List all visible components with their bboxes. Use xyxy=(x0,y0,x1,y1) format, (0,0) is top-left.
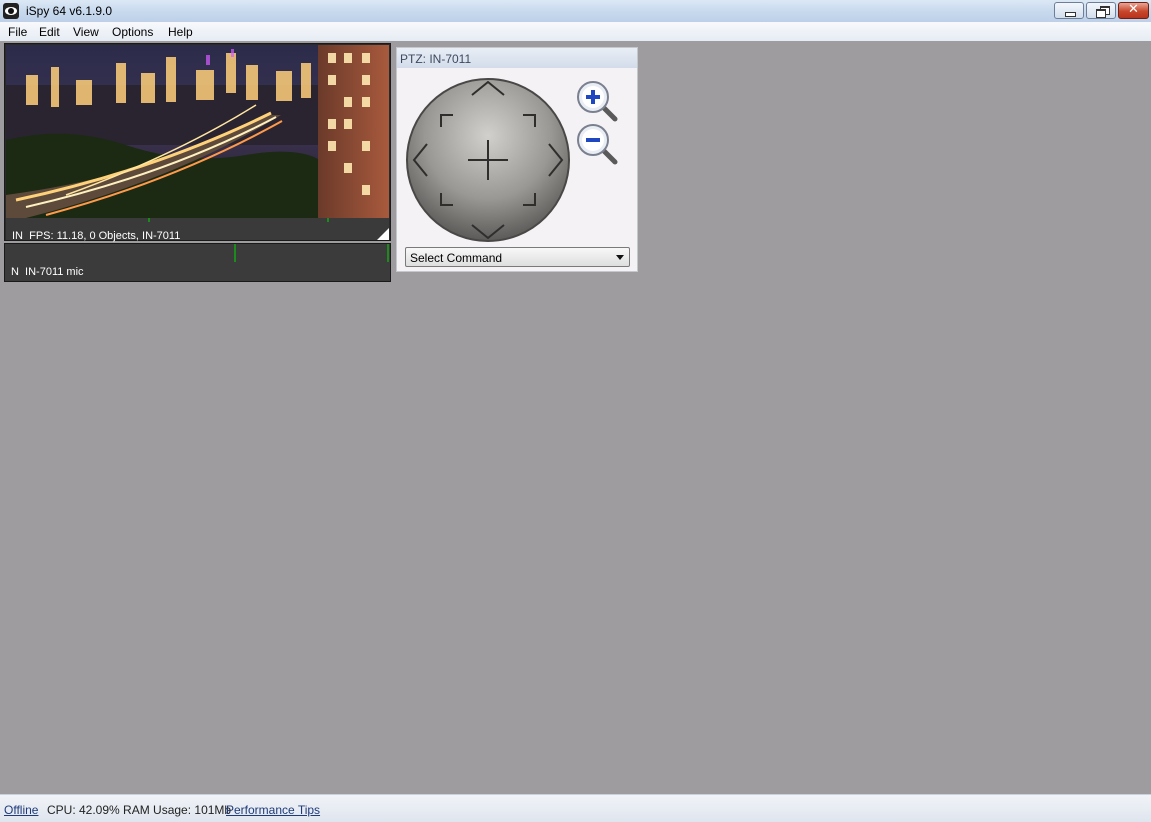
minimize-button[interactable] xyxy=(1054,2,1084,19)
menu-view[interactable]: View xyxy=(73,25,99,39)
chevron-down-icon xyxy=(616,255,624,260)
ptz-command-select[interactable]: Select Command xyxy=(405,247,630,267)
zoom-in-button[interactable] xyxy=(575,79,619,123)
camera-tile[interactable]: IN FPS: 11.18, 0 Objects, IN-7011 xyxy=(4,43,391,242)
camera-feed-image[interactable] xyxy=(6,45,389,218)
zoom-out-icon xyxy=(577,124,618,165)
microphone-status-text: N IN-7011 mic xyxy=(11,266,84,278)
status-bar: Offline CPU: 42.09% RAM Usage: 101Mb Per… xyxy=(0,794,1151,822)
menu-file[interactable]: File xyxy=(8,25,27,39)
close-button[interactable]: ✕ xyxy=(1118,2,1149,19)
app-eye-icon[interactable] xyxy=(3,3,19,19)
audio-level-tick xyxy=(387,244,389,262)
offline-link[interactable]: Offline xyxy=(4,803,38,817)
ptz-panel: PTZ: IN-7011 Select Command xyxy=(396,47,638,272)
night-city-scene-icon xyxy=(6,45,389,218)
ptz-title: PTZ: IN-7011 xyxy=(400,52,472,66)
resize-handle[interactable] xyxy=(377,228,389,240)
ptz-joystick[interactable] xyxy=(405,77,571,243)
level-tick xyxy=(327,218,329,222)
camera-status-text: IN FPS: 11.18, 0 Objects, IN-7011 xyxy=(12,230,181,242)
menu-options[interactable]: Options xyxy=(112,25,153,39)
workspace: IN FPS: 11.18, 0 Objects, IN-7011 N IN-7… xyxy=(0,41,1151,794)
restore-button[interactable] xyxy=(1086,2,1116,19)
menu-help[interactable]: Help xyxy=(168,25,193,39)
ptz-header: PTZ: IN-7011 xyxy=(397,48,637,68)
audio-level-tick xyxy=(234,244,236,262)
zoom-in-icon xyxy=(577,81,618,122)
title-bar[interactable]: iSpy 64 v6.1.9.0 ✕ xyxy=(0,0,1151,23)
performance-tips-link[interactable]: Performance Tips xyxy=(226,803,320,817)
menu-bar: File Edit View Options Help xyxy=(0,22,1151,42)
camera-info-bar: IN FPS: 11.18, 0 Objects, IN-7011 xyxy=(6,218,389,242)
close-icon: ✕ xyxy=(1128,2,1139,17)
resource-usage: CPU: 42.09% RAM Usage: 101Mb xyxy=(47,803,232,817)
zoom-out-button[interactable] xyxy=(575,122,619,166)
menu-edit[interactable]: Edit xyxy=(39,25,60,39)
microphone-tile[interactable]: N IN-7011 mic xyxy=(4,243,391,282)
window-title: iSpy 64 v6.1.9.0 xyxy=(26,4,113,18)
ptz-command-value: Select Command xyxy=(410,251,503,265)
level-tick xyxy=(148,218,150,222)
